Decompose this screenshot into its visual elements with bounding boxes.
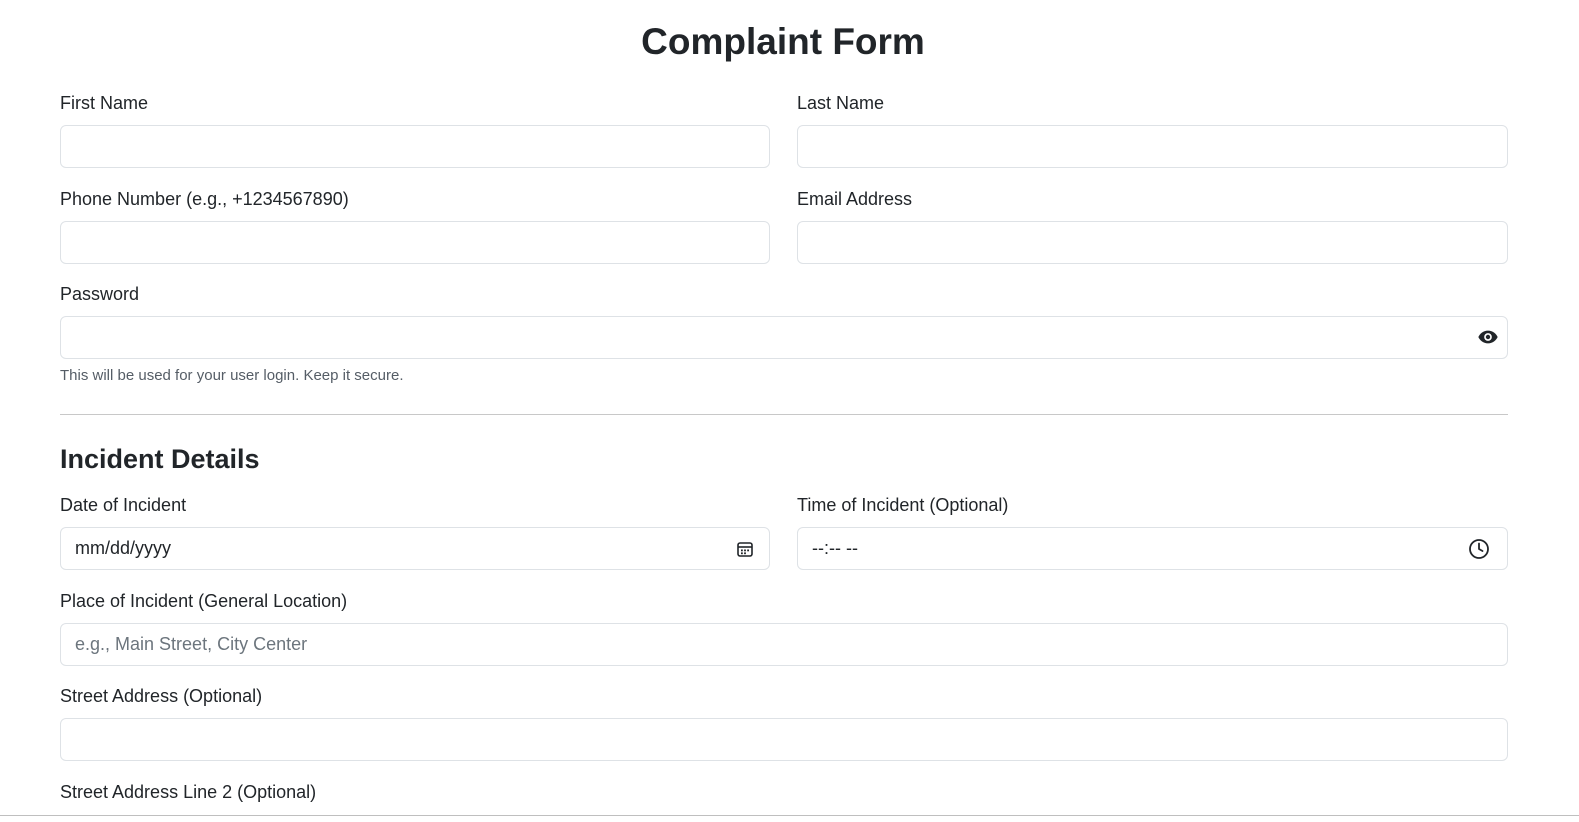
first-name-field-wrapper bbox=[60, 125, 770, 168]
street-address-line2-label: Street Address Line 2 (Optional) bbox=[60, 782, 317, 802]
street-address-input[interactable] bbox=[61, 719, 1507, 760]
time-display: --:-- -- bbox=[812, 538, 858, 558]
email-field-wrapper bbox=[797, 221, 1508, 264]
street-address-field-wrapper bbox=[60, 718, 1508, 761]
place-field-wrapper bbox=[60, 623, 1508, 666]
time-label: Time of Incident (Optional) bbox=[797, 495, 1009, 515]
date-input[interactable]: mm/dd/yyyy bbox=[60, 527, 770, 570]
street-address-label: Street Address (Optional) bbox=[60, 686, 263, 706]
password-input[interactable] bbox=[61, 317, 1507, 358]
date-label: Date of Incident bbox=[60, 495, 187, 515]
place-label: Place of Incident (General Location) bbox=[60, 591, 348, 611]
incident-details-heading: Incident Details bbox=[60, 444, 260, 474]
date-display: mm/dd/yyyy bbox=[75, 538, 172, 558]
eye-icon[interactable] bbox=[1477, 326, 1499, 348]
complaint-form-page: Complaint Form First Name Last Name Phon… bbox=[0, 0, 1579, 816]
clock-icon[interactable] bbox=[1468, 538, 1490, 560]
phone-input[interactable] bbox=[61, 222, 769, 263]
place-input[interactable] bbox=[61, 624, 1507, 665]
last-name-label: Last Name bbox=[797, 93, 885, 113]
phone-field-wrapper bbox=[60, 221, 770, 264]
page-title: Complaint Form bbox=[641, 21, 925, 62]
email-label: Email Address bbox=[797, 189, 913, 209]
calendar-icon[interactable] bbox=[736, 540, 754, 558]
phone-label: Phone Number (e.g., +1234567890) bbox=[60, 189, 349, 209]
last-name-field-wrapper bbox=[797, 125, 1508, 168]
last-name-input[interactable] bbox=[798, 126, 1507, 167]
email-input[interactable] bbox=[798, 222, 1507, 263]
section-divider bbox=[60, 414, 1508, 415]
first-name-label: First Name bbox=[60, 93, 149, 113]
password-help-text: This will be used for your user login. K… bbox=[60, 367, 404, 384]
password-field-wrapper bbox=[60, 316, 1508, 359]
password-label: Password bbox=[60, 284, 140, 304]
first-name-input[interactable] bbox=[61, 126, 769, 167]
time-input[interactable]: --:-- -- bbox=[797, 527, 1508, 570]
